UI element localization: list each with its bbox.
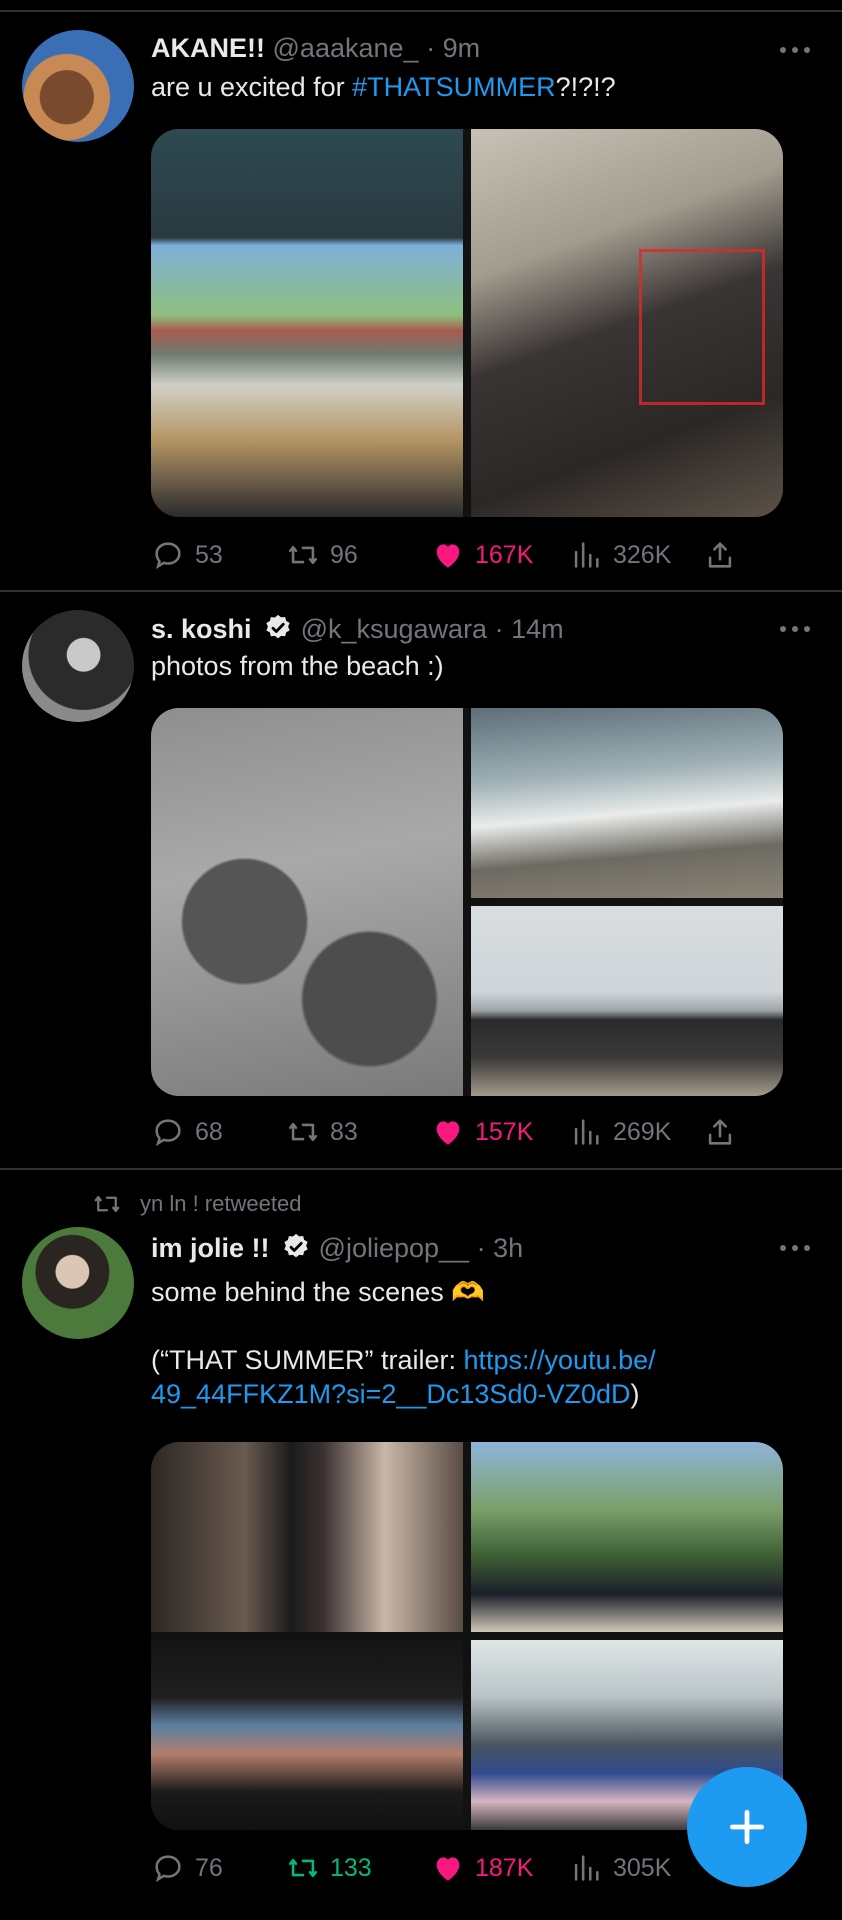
tweet-actions: 53 96 167K 326K xyxy=(151,535,801,575)
separator-dot: · xyxy=(494,614,504,644)
trailer-link[interactable]: https://youtu.be/ xyxy=(464,1345,656,1375)
photo-set-tent[interactable] xyxy=(151,129,463,517)
hashtag-link[interactable]: #THATSUMMER xyxy=(352,72,556,102)
verified-badge-icon xyxy=(266,614,290,639)
display-name[interactable]: AKANE!! xyxy=(151,33,265,63)
views-button[interactable]: 305K xyxy=(569,1848,671,1888)
avatar[interactable] xyxy=(22,610,134,722)
views-chart-icon xyxy=(574,1855,599,1881)
photo-waves[interactable] xyxy=(471,708,783,898)
view-count: 305K xyxy=(613,1853,672,1882)
reply-count: 76 xyxy=(195,1853,223,1882)
separator-dot: · xyxy=(426,33,436,63)
photo-group-garden[interactable] xyxy=(471,1442,783,1632)
reply-button[interactable]: 68 xyxy=(151,1112,223,1152)
views-chart-icon xyxy=(574,542,599,568)
tweet-text: photos from the beach :) xyxy=(151,651,444,681)
share-icon xyxy=(708,542,732,568)
media-grid xyxy=(151,1442,783,1830)
top-divider xyxy=(0,10,842,12)
tweet-header: im jolie !! @joliepop__ · 3h xyxy=(151,1232,523,1264)
like-count: 157K xyxy=(475,1117,534,1146)
compose-tweet-button[interactable] xyxy=(687,1767,807,1887)
verified-badge-icon xyxy=(284,1233,308,1258)
like-button[interactable]: 157K xyxy=(431,1112,533,1152)
media-grid xyxy=(151,708,783,1096)
photo-sand-faces[interactable] xyxy=(151,708,463,1096)
views-button[interactable]: 269K xyxy=(569,1112,671,1152)
user-handle[interactable]: @aaakane_ xyxy=(273,33,419,63)
more-options-icon[interactable] xyxy=(780,45,810,55)
timestamp[interactable]: 9m xyxy=(443,33,481,63)
retweet-indicator-icon xyxy=(94,1196,120,1212)
heart-filled-icon xyxy=(436,1857,460,1881)
photo-monitors-set[interactable] xyxy=(151,1640,463,1830)
tweet-text: are u excited for #THATSUMMER?!?!? xyxy=(151,70,616,104)
photo-group-beach[interactable] xyxy=(471,906,783,1096)
reply-count: 53 xyxy=(195,540,223,569)
user-handle[interactable]: @k_ksugawara xyxy=(301,614,488,644)
reply-button[interactable]: 76 xyxy=(151,1848,223,1888)
tweet-actions: 68 83 157K 269K xyxy=(151,1112,801,1152)
retweet-icon xyxy=(288,1122,318,1142)
retweeted-by-line[interactable]: yn ln ! retweeted xyxy=(92,1189,301,1219)
like-count: 167K xyxy=(475,540,534,569)
reply-icon xyxy=(155,1855,181,1883)
reply-icon xyxy=(155,1119,181,1147)
like-button[interactable]: 187K xyxy=(431,1848,533,1888)
display-name[interactable]: im jolie !! xyxy=(151,1233,270,1263)
view-count: 326K xyxy=(613,540,672,569)
photo-monitors-bts[interactable] xyxy=(151,1442,463,1632)
retweet-icon xyxy=(288,545,318,565)
views-chart-icon xyxy=(574,1119,599,1145)
photo-monitor[interactable] xyxy=(471,129,783,517)
reply-icon xyxy=(155,542,181,570)
tweet-header: AKANE!! @aaakane_ · 9m xyxy=(151,33,480,64)
separator-dot: · xyxy=(476,1233,486,1263)
view-count: 269K xyxy=(613,1117,672,1146)
tweet-divider xyxy=(0,590,842,592)
retweet-button[interactable]: 96 xyxy=(286,535,358,575)
tweet-text: some behind the scenes 🫶 (“THAT SUMMER” … xyxy=(151,1275,791,1411)
tweet-text-end: ?!?!? xyxy=(555,72,616,102)
reply-count: 68 xyxy=(195,1117,223,1146)
more-options-icon[interactable] xyxy=(780,624,810,634)
avatar[interactable] xyxy=(22,30,134,142)
share-button[interactable] xyxy=(703,535,737,575)
retweeted-by-text: yn ln ! retweeted xyxy=(140,1191,302,1216)
reply-button[interactable]: 53 xyxy=(151,535,223,575)
timestamp[interactable]: 3h xyxy=(493,1233,523,1263)
share-icon xyxy=(708,1119,732,1145)
tweet-divider xyxy=(0,1168,842,1170)
retweet-button[interactable]: 83 xyxy=(286,1112,358,1152)
retweet-count: 96 xyxy=(330,540,358,569)
display-name[interactable]: s. koshi xyxy=(151,614,252,644)
share-button[interactable] xyxy=(703,1112,737,1152)
like-button[interactable]: 167K xyxy=(431,535,533,575)
user-handle[interactable]: @joliepop__ xyxy=(319,1233,470,1263)
timestamp[interactable]: 14m xyxy=(511,614,564,644)
retweet-button[interactable]: 133 xyxy=(286,1848,372,1888)
retweet-active-icon xyxy=(288,1858,318,1878)
tweet-header: s. koshi @k_ksugawara · 14m xyxy=(151,613,564,645)
avatar[interactable] xyxy=(22,1227,134,1339)
tweet-text-line: some behind the scenes 🫶 xyxy=(151,1277,485,1307)
tweet-text-body: are u excited for xyxy=(151,72,353,102)
like-count: 187K xyxy=(475,1853,534,1882)
retweet-count: 133 xyxy=(330,1853,372,1882)
trailer-link-cont[interactable]: 49_44FFKZ1M?si=2__Dc13Sd0-VZ0dD xyxy=(151,1379,631,1409)
heart-filled-icon xyxy=(436,1121,460,1145)
heart-filled-icon xyxy=(436,544,460,568)
plus-icon xyxy=(729,1809,765,1845)
media-grid xyxy=(151,129,783,517)
more-options-icon[interactable] xyxy=(780,1243,810,1253)
retweet-count: 83 xyxy=(330,1117,358,1146)
views-button[interactable]: 326K xyxy=(569,535,671,575)
trailer-suffix: ) xyxy=(630,1379,640,1409)
trailer-prefix: (“THAT SUMMER” trailer: xyxy=(151,1345,464,1375)
